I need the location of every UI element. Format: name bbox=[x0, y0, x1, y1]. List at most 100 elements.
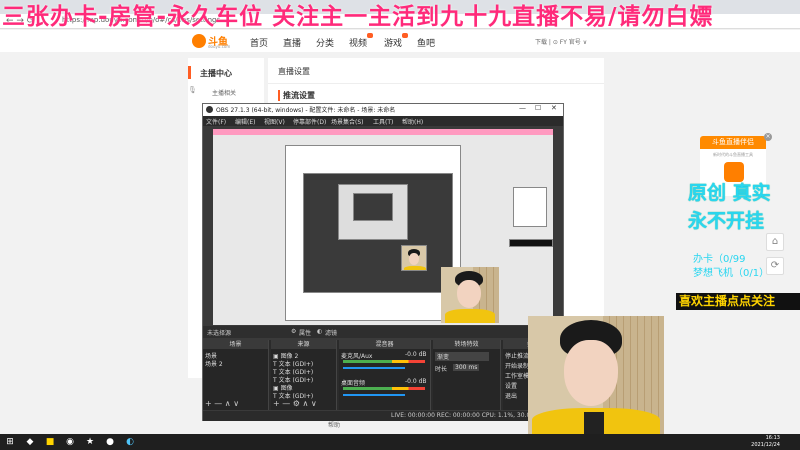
clock-date: 2021/12/24 bbox=[751, 442, 780, 448]
overlay-plane-count: 梦想飞机（0/1） bbox=[693, 268, 770, 279]
taskbar-app-icon[interactable]: ◆ bbox=[24, 436, 36, 448]
scenes-header: 场景 bbox=[203, 340, 268, 349]
preview-obs-echo bbox=[303, 173, 453, 293]
menu-help[interactable]: 帮助(H) bbox=[402, 117, 423, 126]
help-link[interactable]: 帮助 bbox=[328, 420, 340, 429]
menu-docks[interactable]: 停靠部件(D) bbox=[293, 117, 326, 126]
transitions-dock: 转场特效 渐变 时长 300 ms bbox=[433, 340, 501, 410]
mixer-desktop-slider[interactable] bbox=[343, 394, 405, 396]
obs-window[interactable]: OBS 27.1.3 (64-bit, windows) - 配置文件: 未命名… bbox=[202, 103, 564, 421]
page-title: 直播设置 bbox=[278, 67, 310, 76]
mixer-mic-slider[interactable] bbox=[343, 367, 405, 369]
preview-banner-echo bbox=[213, 129, 553, 135]
obs-statusbar: LIVE: 00:00:00 REC: 00:00:00 CPU: 1.1%, … bbox=[203, 411, 563, 421]
mixer-mic-db: -0.0 dB bbox=[405, 351, 427, 358]
minimize-button[interactable]: — bbox=[519, 104, 526, 112]
mixer-dock: 混音器 麦克风/Aux -0.0 dB 桌面音频 -0.0 dB bbox=[339, 340, 431, 410]
douyu-logo-icon bbox=[192, 34, 206, 48]
header-user-area[interactable]: 下载 | ⊙ FY 官号 ∨ bbox=[535, 37, 587, 46]
obs-app-icon bbox=[206, 106, 213, 113]
taskbar-app-icon[interactable]: ◉ bbox=[64, 436, 76, 448]
duration-label: 时长 bbox=[435, 366, 448, 373]
maximize-button[interactable]: ☐ bbox=[535, 104, 541, 112]
refresh-icon[interactable]: ⟳ bbox=[766, 257, 784, 275]
properties-button[interactable]: 属性 bbox=[299, 328, 311, 337]
overlay-text-nocheat: 永不开挂 bbox=[688, 210, 765, 232]
sources-header: 来源 bbox=[271, 340, 336, 349]
filter-icon[interactable]: ◐ bbox=[317, 328, 322, 335]
divider bbox=[268, 83, 604, 84]
duration-input[interactable]: 300 ms bbox=[453, 364, 480, 371]
mixer-desktop-db: -0.0 dB bbox=[405, 378, 427, 385]
obs-source-toolbar: 未选择源 ⚙ 属性 ◐ 滤镜 bbox=[203, 326, 563, 338]
close-button[interactable]: ✕ bbox=[551, 104, 557, 112]
mic-icon: 🎙 bbox=[188, 86, 197, 94]
preview-webcam-echo bbox=[401, 245, 427, 271]
menu-scene-collection[interactable]: 场景集合(S) bbox=[331, 117, 364, 126]
sidebar-title[interactable]: 主播中心 bbox=[200, 68, 232, 79]
taskbar-app-icon[interactable]: ■ bbox=[44, 436, 56, 448]
menu-edit[interactable]: 编辑(E) bbox=[235, 117, 255, 126]
mixer-mic-meter bbox=[343, 360, 425, 363]
section-title: 推流设置 bbox=[278, 90, 315, 101]
nav-category[interactable]: 分类 bbox=[316, 36, 334, 49]
gear-icon[interactable]: ⚙ bbox=[291, 328, 296, 335]
scenes-dock: 场景 场景 场景 2 + — ∧ ∨ bbox=[203, 340, 269, 410]
preview-obs-echo-3 bbox=[353, 193, 393, 221]
mixer-desktop-meter bbox=[343, 387, 425, 390]
overlay-text-original: 原创 真实 bbox=[688, 182, 771, 204]
nav-home[interactable]: 首页 bbox=[250, 36, 268, 49]
sidebar-item-anchor[interactable]: 主播相关 bbox=[212, 88, 236, 97]
mixer-channel-mic: 麦克风/Aux bbox=[341, 353, 373, 360]
mixer-header: 混音器 bbox=[339, 340, 430, 349]
webcam-overlay bbox=[528, 316, 664, 434]
windows-start-icon[interactable]: ⊞ bbox=[4, 436, 16, 448]
obs-status-text: LIVE: 00:00:00 REC: 00:00:00 CPU: 1.1%, … bbox=[391, 412, 546, 419]
obs-preview[interactable] bbox=[213, 129, 553, 325]
nav-live[interactable]: 直播 bbox=[283, 36, 301, 49]
nav-video[interactable]: 视频 bbox=[349, 36, 367, 49]
close-icon[interactable]: × bbox=[764, 133, 772, 141]
menu-tools[interactable]: 工具(T) bbox=[373, 117, 393, 126]
follow-banner: 喜欢主播点点关注 bbox=[676, 293, 800, 310]
ad-title: 斗鱼直播伴侣 bbox=[700, 136, 766, 149]
settings-button[interactable]: 设置 bbox=[505, 381, 517, 390]
ad-subtitle: 新时代的斗鱼直播工具 bbox=[713, 152, 753, 157]
douyu-logo[interactable]: 斗鱼 douyu.com bbox=[192, 33, 231, 49]
clock-time: 16:13 bbox=[765, 435, 780, 441]
windows-taskbar: ⊞ ◆ ■ ◉ ★ ● ◐ 16:13 2021/12/24 bbox=[0, 434, 800, 450]
sources-dock: 来源 ▣ 图像 2 T 文本 (GDI+) T 文本 (GDI+) T 文本 (… bbox=[271, 340, 337, 410]
nav-game[interactable]: 游戏 bbox=[384, 36, 402, 49]
edge-taskbar-icon[interactable]: ◐ bbox=[124, 436, 136, 448]
preview-webcam-large bbox=[441, 267, 499, 323]
exit-button[interactable]: 退出 bbox=[505, 391, 517, 400]
scene-item[interactable]: 场景 2 bbox=[205, 359, 223, 368]
obs-title-text: OBS 27.1.3 (64-bit, windows) - 配置文件: 未命名… bbox=[216, 107, 396, 114]
obs-titlebar[interactable]: OBS 27.1.3 (64-bit, windows) - 配置文件: 未命名… bbox=[203, 104, 563, 116]
filters-button[interactable]: 滤镜 bbox=[325, 328, 337, 337]
screen: ← → ⟳ https://mp.douyu.com/o/o/o#/cs/obs… bbox=[0, 0, 800, 450]
source-dock-controls[interactable]: + — ⚙ ∧ ∨ bbox=[273, 399, 317, 408]
scrolling-banner: 三张办卡-房管-永久车位 关注主一主活到九十九直播不易/请勿白嫖 bbox=[2, 4, 714, 30]
menu-file[interactable]: 文件(F) bbox=[206, 117, 226, 126]
preview-obs-echo-2 bbox=[338, 184, 408, 240]
stop-stream-button[interactable]: 停止推流 bbox=[505, 351, 529, 360]
logo-sub: douyu.com bbox=[208, 44, 231, 49]
obs-docks: 场景 场景 场景 2 + — ∧ ∨ 来源 ▣ 图像 2 T 文本 (GDI+)… bbox=[203, 340, 563, 410]
obs-menubar: 文件(F) 编辑(E) 视图(V) 停靠部件(D) 场景集合(S) 工具(T) … bbox=[203, 116, 563, 126]
menu-view[interactable]: 视图(V) bbox=[264, 117, 285, 126]
transition-select[interactable]: 渐变 bbox=[435, 352, 489, 361]
transitions-header: 转场特效 bbox=[433, 340, 500, 349]
overlay-card-count: 办卡（0/99 bbox=[693, 254, 746, 265]
taskbar-app-icon[interactable]: ★ bbox=[84, 436, 96, 448]
taskbar-clock[interactable]: 16:13 2021/12/24 bbox=[751, 435, 780, 449]
no-source-label: 未选择源 bbox=[207, 330, 232, 337]
scene-dock-controls[interactable]: + — ∧ ∨ bbox=[205, 399, 239, 408]
preview-ad-echo bbox=[513, 187, 547, 227]
nav-fishbar[interactable]: 鱼吧 bbox=[417, 36, 435, 49]
preview-follow-echo bbox=[509, 239, 553, 247]
sidebar-active-bar bbox=[188, 66, 191, 79]
start-recording-button[interactable]: 开始录制 bbox=[505, 361, 529, 370]
obs-taskbar-icon[interactable]: ● bbox=[104, 436, 116, 448]
home-icon[interactable]: ⌂ bbox=[766, 233, 784, 251]
